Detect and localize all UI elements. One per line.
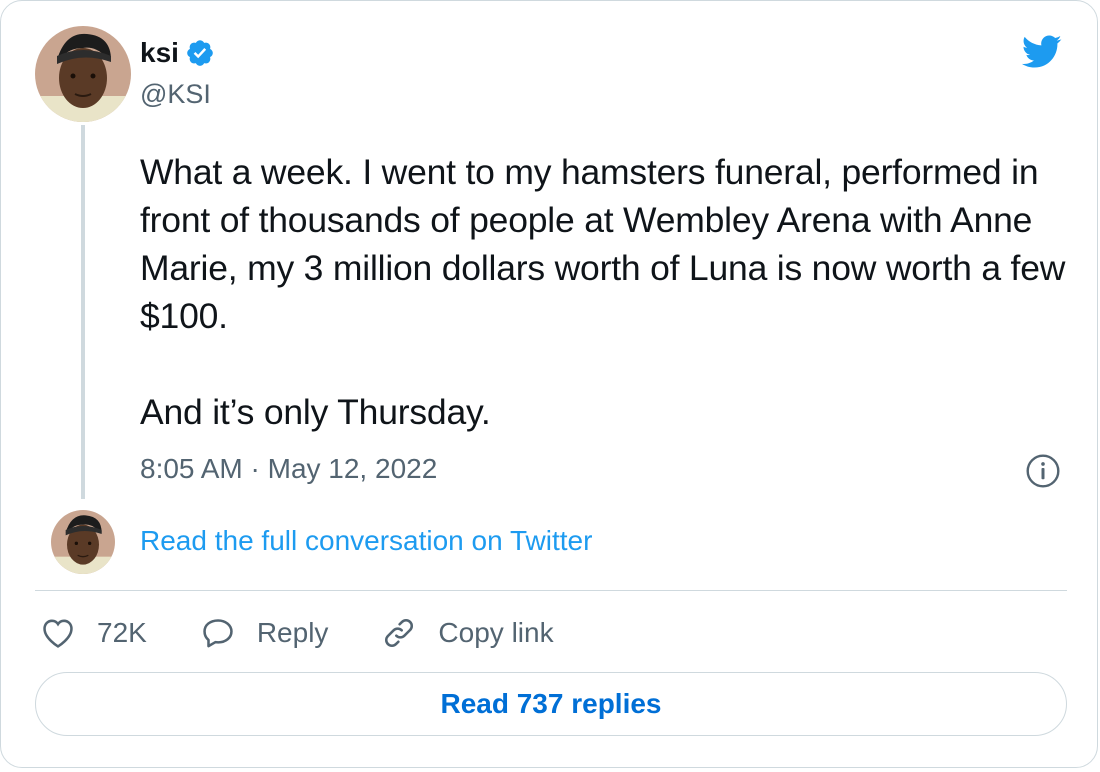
divider — [35, 590, 1067, 591]
author-avatar[interactable] — [35, 26, 131, 122]
copy-link-label: Copy link — [438, 617, 554, 648]
heart-icon — [43, 619, 73, 648]
speech-bubble-icon — [203, 619, 233, 648]
twitter-bird-icon[interactable] — [1019, 31, 1065, 71]
reply-label: Reply — [256, 617, 329, 648]
tweet-embed-card: ksi @KSI What a week. I went to my hamst… — [0, 0, 1098, 768]
reply-button[interactable]: Reply — [199, 614, 329, 652]
read-full-conversation-link[interactable]: Read the full conversation on Twitter — [140, 525, 592, 557]
info-icon[interactable] — [1025, 453, 1061, 489]
tweet-timestamp[interactable]: 8:05 AM · May 12, 2022 — [140, 453, 437, 485]
like-count: 72K — [97, 617, 147, 648]
author-display-name[interactable]: ksi — [140, 37, 179, 69]
read-replies-button[interactable]: Read 737 replies — [35, 672, 1067, 736]
conversation-avatar[interactable] — [51, 510, 115, 574]
thread-connector-line — [81, 125, 85, 499]
link-icon — [385, 619, 414, 647]
author-handle[interactable]: @KSI — [140, 79, 211, 110]
tweet-actions-bar: 72K Reply Copy link — [39, 609, 606, 657]
copy-link-button[interactable]: Copy link — [380, 614, 554, 652]
like-button[interactable]: 72K — [39, 614, 147, 652]
author-name-row[interactable]: ksi — [140, 35, 215, 71]
tweet-body-text: What a week. I went to my hamsters funer… — [140, 152, 1066, 432]
verified-badge-icon — [187, 40, 213, 66]
